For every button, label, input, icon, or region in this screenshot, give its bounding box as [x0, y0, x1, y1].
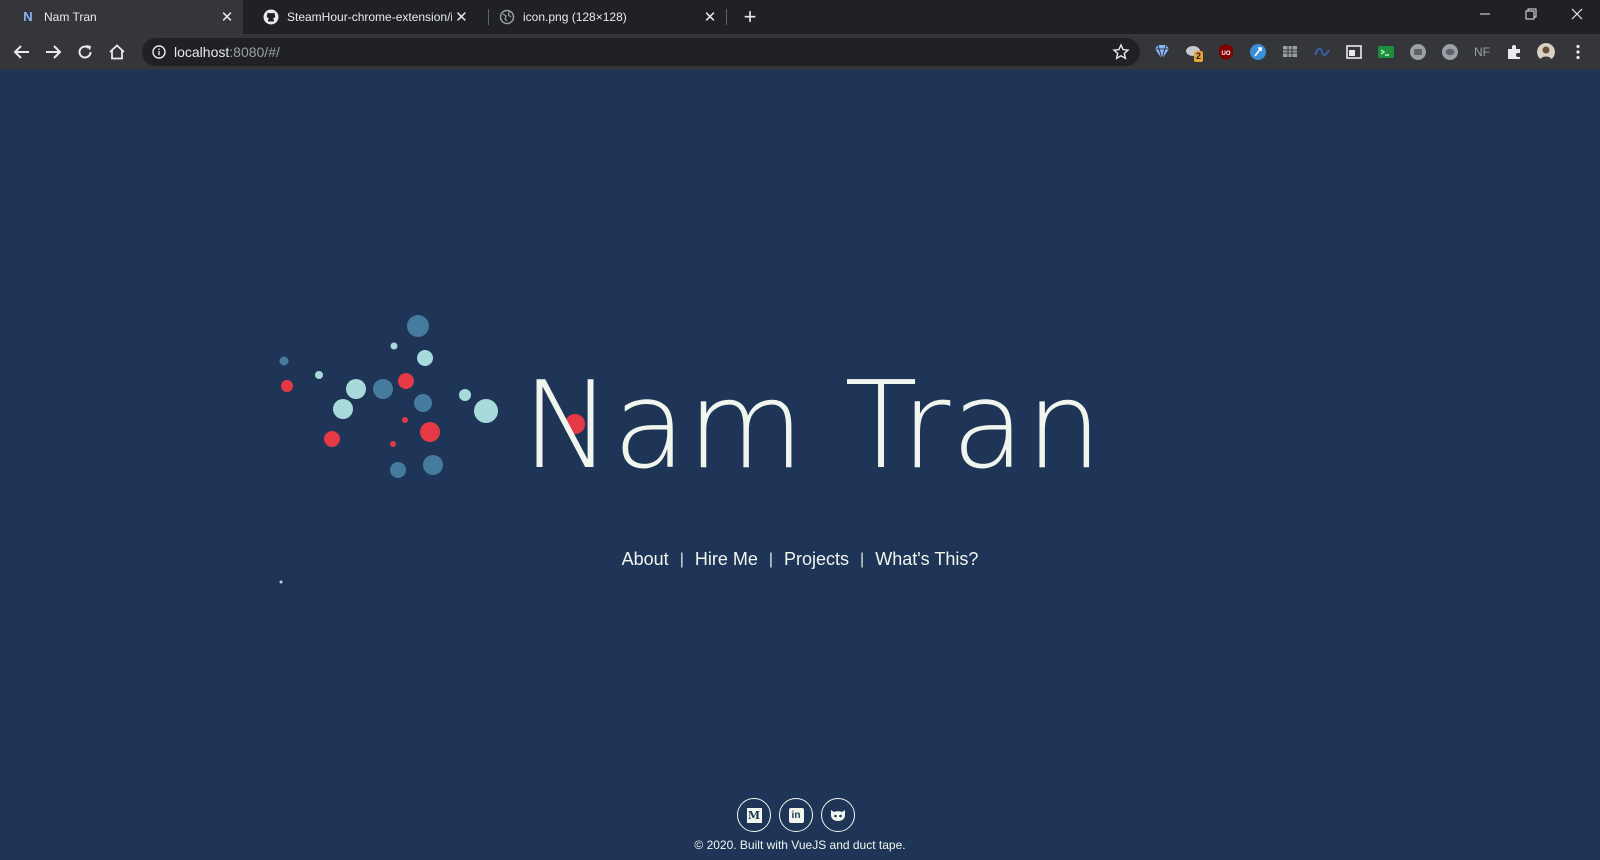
- site-title: Nam Tran: [522, 357, 1103, 496]
- new-tab-button[interactable]: +: [737, 4, 763, 30]
- home-icon[interactable]: [105, 40, 129, 64]
- gray-circle-extension-icon[interactable]: [1409, 43, 1427, 61]
- dot: [346, 379, 366, 399]
- close-tab-icon[interactable]: ✕: [700, 8, 720, 26]
- footer-text: © 2020. Built with VueJS and duct tape.: [694, 838, 906, 852]
- back-icon[interactable]: [10, 40, 34, 64]
- nav-separator: |: [679, 550, 684, 568]
- nav-whats-this[interactable]: What's This?: [875, 549, 978, 570]
- tab-title: SteamHour-chrome-extension/ic: [287, 10, 452, 24]
- dot: [390, 441, 396, 447]
- grid-extension-icon[interactable]: [1281, 43, 1299, 61]
- wave-extension-icon[interactable]: [1313, 43, 1331, 61]
- menu-icon[interactable]: [1569, 43, 1587, 61]
- dot: [398, 373, 414, 389]
- reload-icon[interactable]: [73, 40, 97, 64]
- dot: [315, 371, 323, 379]
- tab-nam-tran[interactable]: N Nam Tran ✕: [0, 0, 243, 34]
- dot: [474, 399, 498, 423]
- tab-strip: N Nam Tran ✕ SteamHour-chrome-extension/…: [0, 0, 1600, 34]
- url-host: localhost: [174, 44, 230, 60]
- medium-icon: M: [746, 807, 762, 823]
- dot: [417, 350, 433, 366]
- main-nav: About | Hire Me | Projects | What's This…: [0, 549, 1600, 570]
- tab-steamhour[interactable]: SteamHour-chrome-extension/ic ✕: [243, 0, 477, 34]
- dot: [414, 394, 432, 412]
- url-text: localhost:8080/#/: [174, 44, 280, 60]
- extension-badge: 2: [1194, 51, 1204, 62]
- tab-title: icon.png (128×128): [523, 10, 627, 24]
- nav-about[interactable]: About: [622, 549, 669, 570]
- nav-projects[interactable]: Projects: [784, 549, 849, 570]
- dot: [459, 389, 471, 401]
- n-favicon-icon: N: [23, 9, 33, 24]
- dot: [324, 431, 340, 447]
- close-tab-icon[interactable]: ✕: [452, 8, 471, 26]
- dot: [333, 399, 353, 419]
- forward-icon[interactable]: [41, 40, 65, 64]
- nav-separator: |: [768, 550, 774, 568]
- dot: [281, 380, 293, 392]
- page-viewport: Nam Tran About | Hire Me | Projects | Wh…: [0, 70, 1600, 860]
- tab-title: Nam Tran: [44, 10, 97, 24]
- linkedin-link[interactable]: in: [779, 798, 813, 832]
- restore-button[interactable]: [1508, 0, 1554, 30]
- medium-link[interactable]: M: [737, 798, 771, 832]
- browser-toolbar: localhost:8080/#/ 2 UO NF: [0, 34, 1600, 70]
- dot: [407, 315, 429, 337]
- chat-extension-icon[interactable]: [1441, 43, 1459, 61]
- info-icon[interactable]: [152, 45, 166, 59]
- dot: [373, 379, 393, 399]
- diamond-extension-icon[interactable]: [1153, 43, 1171, 61]
- window-extension-icon[interactable]: [1345, 43, 1363, 61]
- extensions-icon[interactable]: [1505, 43, 1523, 61]
- terminal-extension-icon[interactable]: [1377, 43, 1395, 61]
- address-bar[interactable]: localhost:8080/#/: [142, 38, 1140, 66]
- globe-icon: [499, 9, 515, 25]
- dot: [279, 356, 289, 366]
- close-window-button[interactable]: [1554, 0, 1600, 30]
- blue-circle-extension-icon[interactable]: [1249, 43, 1267, 61]
- github-link[interactable]: [821, 798, 855, 832]
- url-path: :8080/#/: [229, 44, 280, 60]
- close-tab-icon[interactable]: ✕: [217, 8, 237, 26]
- dot: [390, 342, 398, 350]
- star-icon[interactable]: [1112, 43, 1130, 61]
- dot: [402, 417, 408, 423]
- dot: [420, 422, 440, 442]
- profile-avatar[interactable]: [1537, 43, 1555, 61]
- dot: [423, 455, 443, 475]
- dot: [279, 580, 283, 584]
- tab-icon-png[interactable]: icon.png (128×128) ✕: [479, 0, 726, 34]
- nf-extension-icon[interactable]: NF: [1473, 43, 1491, 61]
- nav-separator: |: [860, 550, 865, 568]
- minimize-button[interactable]: [1462, 0, 1508, 30]
- github-icon: [830, 808, 846, 822]
- dot: [390, 462, 406, 478]
- linkedin-icon: in: [788, 807, 804, 823]
- svg-text:UO: UO: [1222, 51, 1231, 57]
- cloud-extension-icon[interactable]: 2: [1185, 43, 1204, 62]
- tab-divider: [726, 9, 727, 25]
- nav-hire-me[interactable]: Hire Me: [695, 549, 758, 570]
- github-icon: [263, 9, 279, 25]
- ublock-icon[interactable]: UO: [1217, 43, 1235, 61]
